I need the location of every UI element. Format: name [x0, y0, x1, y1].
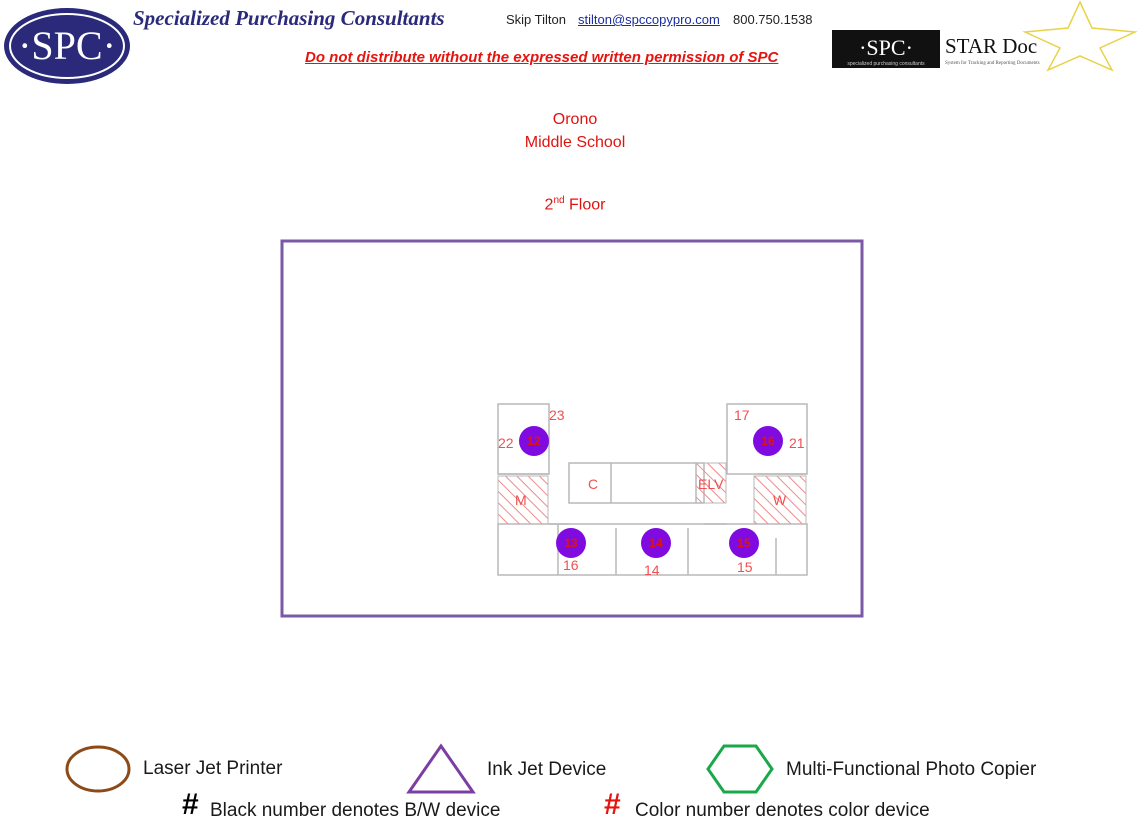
- contact-name: Skip Tilton: [506, 12, 566, 27]
- stardoc-brand-sub: specialized purchasing consultants: [847, 61, 925, 67]
- legend-bw-label: Black number denotes B/W device: [210, 800, 501, 821]
- company-name: Specialized Purchasing Consultants: [133, 6, 445, 30]
- room-label-c: C: [588, 476, 598, 492]
- floor-label: Floor: [569, 196, 606, 214]
- inkjet-device-icon: [406, 743, 476, 794]
- svg-text:15: 15: [737, 536, 751, 550]
- floor-suffix: nd: [553, 195, 565, 206]
- room-number-17: 17: [734, 407, 750, 423]
- legend-inkjet-label: Ink Jet Device: [487, 759, 607, 780]
- svg-text:13: 13: [564, 536, 578, 550]
- device-12[interactable]: 12: [519, 426, 549, 456]
- spc-logo: ·SPC·: [4, 8, 130, 84]
- legend-color-label: Color number denotes color device: [635, 800, 930, 821]
- device-14[interactable]: 14: [641, 528, 671, 558]
- room-number-23: 23: [549, 407, 565, 423]
- black-number-mark: #: [182, 788, 199, 821]
- device-13[interactable]: 13: [556, 528, 586, 558]
- room-label-elv: ELV: [698, 476, 724, 492]
- color-number-mark: #: [604, 788, 621, 821]
- floor-title: 2nd Floor: [0, 195, 1140, 214]
- svg-text:14: 14: [649, 536, 663, 550]
- legend-laser-label: Laser Jet Printer: [143, 758, 283, 779]
- school-name-line1: Orono: [552, 111, 598, 128]
- device-16[interactable]: 16: [753, 426, 783, 456]
- room-number-14: 14: [644, 562, 660, 578]
- stardoc-tagline: System for Tracking and Reporting Docume…: [945, 61, 1040, 66]
- device-15[interactable]: 15: [729, 528, 759, 558]
- room-label-w: W: [773, 492, 787, 508]
- star-icon: [1022, 0, 1138, 72]
- stardoc-product: STAR Doc: [945, 34, 1037, 58]
- legend-mfp-label: Multi-Functional Photo Copier: [786, 759, 1037, 780]
- multifunction-copier-icon: [706, 744, 774, 794]
- stardoc-brand: ·SPC·: [859, 35, 913, 60]
- laser-printer-icon: [65, 745, 131, 793]
- room-number-15: 15: [737, 559, 753, 575]
- room-number-22: 22: [498, 435, 514, 451]
- school-name-line2: Middle School: [524, 134, 626, 151]
- svg-text:12: 12: [527, 434, 541, 448]
- contact-email-link[interactable]: stilton@spccopypro.com: [578, 12, 720, 27]
- room-number-16: 16: [563, 557, 579, 573]
- stardoc-logo: ·SPC· specialized purchasing consultants…: [832, 0, 1138, 72]
- spc-logo-text: ·SPC·: [18, 23, 116, 68]
- svg-text:16: 16: [761, 434, 775, 448]
- contact-phone: 800.750.1538: [733, 12, 813, 27]
- room-label-m: M: [515, 492, 527, 508]
- room-number-21: 21: [789, 435, 805, 451]
- distribution-warning: Do not distribute without the expressed …: [305, 49, 779, 66]
- floor-map: C ELV M W 23 22 17 21 16 14 15 12 16 13 …: [280, 239, 864, 618]
